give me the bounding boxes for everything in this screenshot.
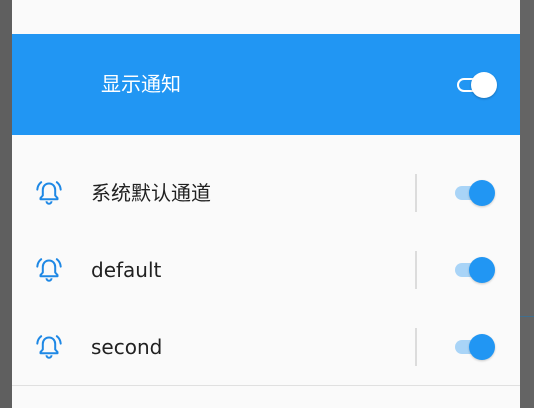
row-divider xyxy=(415,174,417,212)
toggle-thumb xyxy=(469,180,495,206)
channel-toggle[interactable] xyxy=(452,179,496,206)
channel-toggle[interactable] xyxy=(452,333,496,360)
channel-name: default xyxy=(91,258,162,282)
toggle-thumb xyxy=(469,334,495,360)
ringing-bell-icon xyxy=(36,335,62,359)
background-window-edge xyxy=(520,0,534,408)
notification-settings-panel: 显示通知 系统默认通道 default second xyxy=(12,0,520,408)
channel-row-system-default[interactable]: 系统默认通道 xyxy=(12,155,520,232)
channel-toggle[interactable] xyxy=(452,256,496,283)
toggle-thumb xyxy=(471,72,497,98)
channel-name: 系统默认通道 xyxy=(91,181,211,205)
channel-row-second[interactable]: second xyxy=(12,309,520,386)
ringing-bell-icon xyxy=(36,258,62,282)
channel-name: second xyxy=(91,335,163,359)
row-divider xyxy=(415,251,417,289)
show-notifications-label: 显示通知 xyxy=(101,72,181,96)
row-divider xyxy=(415,328,417,366)
background-window-line xyxy=(520,316,534,317)
toggle-thumb xyxy=(469,257,495,283)
show-notifications-header[interactable]: 显示通知 xyxy=(12,34,520,135)
ringing-bell-icon xyxy=(36,181,62,205)
panel-top-area xyxy=(12,0,520,34)
bottom-divider xyxy=(12,385,520,386)
show-notifications-toggle[interactable] xyxy=(454,71,498,98)
channel-row-default[interactable]: default xyxy=(12,232,520,309)
